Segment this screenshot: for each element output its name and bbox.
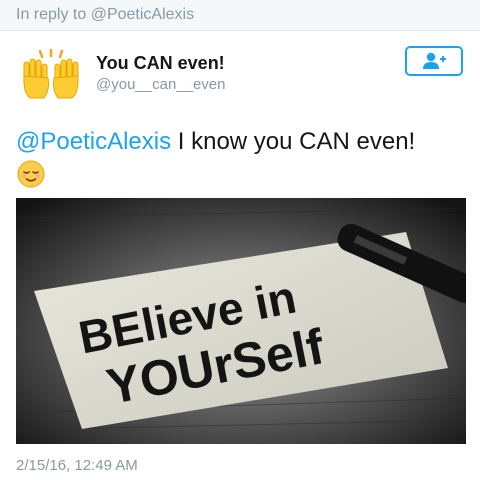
in-reply-to-text[interactable]: In reply to @PoeticAlexis — [16, 6, 194, 24]
tweet-text: @PoeticAlexis I know you CAN even! — [16, 126, 466, 158]
tweet-timestamp[interactable]: 2/15/16, 12:49 AM — [16, 457, 138, 474]
relieved-face-emoji-icon — [17, 160, 45, 188]
reply-context-bar: In reply to @PoeticAlexis — [0, 0, 480, 31]
follow-button[interactable] — [405, 46, 463, 76]
author-display-name[interactable]: You CAN even! — [96, 53, 225, 74]
tweet-body: I know you CAN even! — [171, 128, 416, 155]
raising-hands-emoji-icon[interactable] — [20, 48, 82, 102]
tweet-media-photo[interactable]: BElieve in YOUrSelf — [16, 198, 466, 444]
author-handle[interactable]: @you__can__even — [96, 76, 226, 93]
add-user-icon — [423, 52, 446, 69]
tweet-mention-link[interactable]: @PoeticAlexis — [16, 128, 171, 155]
